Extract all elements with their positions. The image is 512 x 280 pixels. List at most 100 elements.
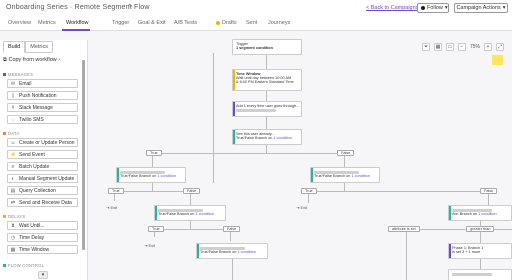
time-window-line2: & 6:00 PM Eastern Standard Time	[236, 80, 294, 84]
condition-link[interactable]: 1 condition	[478, 212, 496, 216]
trigger-sub: 1 segment condition	[236, 46, 273, 50]
sidebar-item-wait-until[interactable]: ⧗ Wait Until...	[7, 221, 78, 230]
sidebar-item-time-delay[interactable]: ◷ Time Delay	[7, 233, 78, 242]
sidebar-item-label: Wait Until...	[19, 222, 45, 229]
sidebar-item-send-event[interactable]: ⚡ Send Event	[7, 150, 78, 159]
node-accent	[197, 244, 199, 258]
sidebar-item-email[interactable]: ✉ Email	[7, 79, 78, 88]
branch-node[interactable]: See this user already... True/False Bran…	[232, 129, 302, 145]
chevron-down-icon: ▾	[444, 5, 448, 11]
draft-status-icon	[216, 20, 220, 25]
connector	[152, 153, 344, 154]
sidebar-item-send-receive[interactable]: ⇄ Send and Receive Data	[7, 198, 78, 207]
sidebar-item-slack[interactable]: # Slack Message	[7, 103, 78, 112]
follow-label: Follow	[427, 5, 443, 11]
connector	[154, 229, 230, 230]
scroll-down-button[interactable]: ▾	[38, 271, 48, 279]
greater-than-label: greater than	[466, 226, 495, 232]
exit-label: ⇥ Exit	[106, 205, 117, 210]
tab-goal-exit[interactable]: Goal & Exit	[138, 20, 166, 26]
node-accent	[233, 102, 235, 116]
tab-metrics[interactable]: Metrics	[38, 20, 56, 26]
redacted-text	[200, 246, 245, 250]
sub-branch-node[interactable]: True/False Branch on 1 condition	[154, 205, 226, 221]
tab-ab-tests[interactable]: A/B Tests	[174, 20, 197, 26]
tab-trigger[interactable]: Trigger	[112, 20, 129, 26]
sidebar-item-batch-update[interactable]: ≡ Batch Update	[7, 162, 78, 171]
calendar-icon: ▦	[10, 246, 16, 253]
sidebar-item-label: Time Delay	[19, 234, 45, 241]
campaign-actions-button[interactable]: Campaign Actions ▾	[454, 3, 508, 13]
branch-type: True/False Branch on	[200, 250, 237, 254]
sidebar-item-label: Create or Update Person	[19, 139, 75, 146]
true-label: True	[301, 188, 317, 194]
true-label: True	[146, 150, 162, 156]
sidebar-subtabs: Build Metrics	[3, 41, 53, 53]
tab-drafts[interactable]: Drafts	[216, 20, 237, 26]
false-label: False	[223, 226, 241, 232]
chevron-down-icon: ▾	[502, 5, 506, 11]
campaign-tabs: Overview Metrics Workflow Trigger Goal &…	[0, 15, 512, 31]
sidebar-item-manual-segment[interactable]: ◐ Manual Segment Update	[7, 174, 78, 183]
collection-icon: ▤	[10, 187, 16, 194]
time-window-node[interactable]: Time Window Wait until day between 10:00…	[232, 69, 302, 91]
sidebar-item-label: Batch Update	[19, 163, 50, 170]
sidebar-item-sms[interactable]: ◌ Twilio SMS	[7, 115, 78, 124]
condition-link[interactable]: 1 condition	[157, 174, 175, 178]
section-data: DATA	[3, 131, 19, 136]
attribute-branch-node[interactable]: True/False Branch on 1 condition	[196, 243, 268, 259]
batch-icon: ≡	[11, 163, 15, 170]
sidebar-item-push[interactable]: ▯ Push Notification	[7, 91, 78, 100]
sticky-note[interactable]	[492, 55, 503, 65]
copy-from-workflow[interactable]: ⧉ Copy from workflow ›	[3, 57, 60, 64]
sidebar-scrollbar[interactable]	[82, 60, 85, 250]
node-accent	[449, 206, 451, 220]
zoom-level: 75%	[469, 44, 480, 50]
connector	[480, 259, 481, 269]
condition-link[interactable]: 1 condition	[195, 212, 213, 216]
exit-icon: ⇥	[296, 205, 300, 210]
pencil-icon[interactable]: ✎	[128, 4, 134, 10]
left-branch-node[interactable]: True/False Branch on 1 condition	[116, 167, 186, 183]
zoom-in-icon[interactable]: +	[484, 43, 492, 51]
connector	[190, 221, 191, 229]
branch-type: True/False Branch on	[314, 174, 351, 178]
fit-screen-icon[interactable]: ⤢	[496, 43, 504, 51]
attribute-node[interactable]: Attr. Branch on 1 condition	[448, 205, 512, 221]
branch-type: Attr. Branch on	[452, 212, 478, 216]
sms-icon: ◌	[11, 116, 15, 123]
exit-icon: ⇥	[144, 243, 148, 248]
sidebar-item-time-window[interactable]: ▦ Time Window	[7, 245, 78, 254]
condition-link[interactable]: 1 condition	[273, 136, 291, 140]
trigger-node[interactable]: Trigger 1 segment condition	[232, 39, 302, 55]
hourglass-icon: ⧗	[11, 222, 15, 229]
zoom-out-icon[interactable]: −	[457, 43, 466, 51]
subtab-build[interactable]: Build	[3, 41, 26, 53]
active-tab-indicator	[62, 29, 90, 31]
right-branch-node[interactable]: True/False Branch on 1 condition	[310, 167, 380, 183]
connector	[266, 91, 267, 101]
subtab-metrics[interactable]: Metrics	[25, 41, 53, 53]
sidebar-item-query-collection[interactable]: ▤ Query Collection	[7, 186, 78, 195]
tab-sent[interactable]: Sent	[246, 20, 257, 26]
section-data-label: DATA	[8, 131, 20, 136]
exit-label: ⇥ Exit	[144, 243, 155, 248]
grid-icon[interactable]: ▦	[433, 43, 442, 51]
phase-node[interactable]: Phase 1: Branch 1 Is set 3 + 1 more	[448, 243, 512, 259]
sidebar-item-label: Email	[19, 80, 32, 87]
back-to-campaigns-link[interactable]: < Back to Campaigns	[366, 5, 418, 11]
tab-workflow[interactable]: Workflow	[66, 20, 89, 26]
note-icon[interactable]: ▭	[445, 43, 454, 51]
add-to-segment-node[interactable]: Add 1 every time user goes through...	[232, 101, 302, 117]
filter-icon[interactable]: ⏷	[421, 43, 430, 51]
delays-section-icon	[3, 215, 6, 218]
sidebar-item-create-person[interactable]: ☺ Create or Update Person	[7, 138, 78, 147]
condition-link[interactable]: 1 condition	[351, 174, 369, 178]
condition-link[interactable]: 1 condition	[237, 250, 255, 254]
workflow-canvas[interactable]: ⏷ ▦ ▭ − 75% + ⤢ Trigger 1 segment condit…	[88, 31, 512, 280]
next-node[interactable]	[448, 269, 512, 280]
tab-overview[interactable]: Overview	[8, 20, 31, 26]
tab-journeys[interactable]: Journeys	[268, 20, 290, 26]
follow-button[interactable]: Follow ▾	[417, 3, 449, 13]
connector	[344, 183, 345, 191]
